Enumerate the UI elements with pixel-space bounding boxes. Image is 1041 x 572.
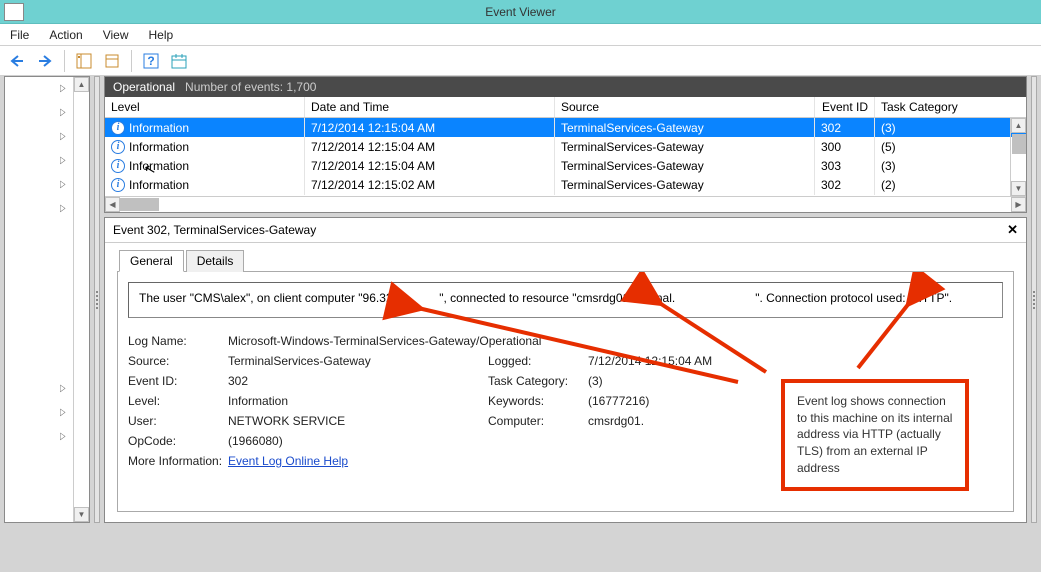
panel-header: Operational Number of events: 1,700 <box>105 77 1026 97</box>
calendar-button[interactable] <box>168 50 190 72</box>
computer-value: cmsrdg01. <box>588 414 768 428</box>
tree-expand-icon[interactable]: ▷ <box>60 83 65 94</box>
toolbar: ? <box>0 46 1041 76</box>
keywords-value: (16777216) <box>588 394 768 408</box>
taskcat-label: Task Category: <box>488 374 588 388</box>
logname-value: Microsoft-Windows-TerminalServices-Gatew… <box>228 334 768 348</box>
event-list[interactable]: iInformation7/12/2014 12:15:04 AMTermina… <box>105 118 1026 196</box>
col-source[interactable]: Source <box>555 97 815 117</box>
menu-action[interactable]: Action <box>39 25 92 45</box>
menu-help[interactable]: Help <box>139 25 184 45</box>
help-button[interactable]: ? <box>140 50 162 72</box>
taskcat-value: (3) <box>588 374 768 388</box>
properties-button[interactable] <box>101 50 123 72</box>
tab-content: The user "CMS\alex", on client computer … <box>117 271 1014 512</box>
keywords-label: Keywords: <box>488 394 588 408</box>
scroll-thumb[interactable] <box>119 198 159 211</box>
window-title: Event Viewer <box>485 5 555 19</box>
scroll-up-icon[interactable]: ▲ <box>1011 118 1026 133</box>
nav-scrollbar[interactable]: ▲ ▼ <box>73 77 89 522</box>
table-row[interactable]: iInformation7/12/2014 12:15:02 AMTermina… <box>105 175 1026 194</box>
info-icon: i <box>111 159 125 173</box>
eventid-label: Event ID: <box>128 374 228 388</box>
show-tree-button[interactable] <box>73 50 95 72</box>
logged-label: Logged: <box>488 354 588 368</box>
table-row[interactable]: iInformation7/12/2014 12:15:04 AMTermina… <box>105 118 1026 137</box>
scroll-down-icon[interactable]: ▼ <box>74 507 89 522</box>
scroll-left-icon[interactable]: ◀ <box>105 197 120 212</box>
list-scrollbar-h[interactable]: ◀ ▶ <box>105 196 1026 212</box>
info-icon: i <box>111 140 125 154</box>
event-list-panel: Operational Number of events: 1,700 Leve… <box>104 76 1027 213</box>
tree-expand-icon[interactable]: ▷ <box>60 203 65 214</box>
scroll-up-icon[interactable]: ▲ <box>74 77 89 92</box>
scroll-down-icon[interactable]: ▼ <box>1011 181 1026 196</box>
svg-text:?: ? <box>147 54 154 68</box>
tree-expand-icon[interactable]: ▷ <box>60 383 65 394</box>
app-icon <box>4 3 24 21</box>
detail-title: Event 302, TerminalServices-Gateway <box>113 223 316 237</box>
list-scrollbar-v[interactable]: ▲ ▼ <box>1010 118 1026 196</box>
tree-expand-icon[interactable]: ▷ <box>60 431 65 442</box>
tab-general[interactable]: General <box>119 250 184 272</box>
info-icon: i <box>111 178 125 192</box>
forward-button[interactable] <box>34 50 56 72</box>
nav-tree[interactable]: ▷ ▷ ▷ ▷ ▷ ▷ ▷ ▷ ▷ <box>5 77 73 522</box>
list-header: Level Date and Time Source Event ID Task… <box>105 97 1026 118</box>
menu-view[interactable]: View <box>93 25 139 45</box>
detail-tabs: General Details <box>119 249 1026 271</box>
level-label: Level: <box>128 394 228 408</box>
tree-expand-icon[interactable]: ▷ <box>60 407 65 418</box>
col-date[interactable]: Date and Time <box>305 97 555 117</box>
splitter[interactable] <box>94 76 100 523</box>
event-message-text: The user "CMS\alex", on client computer … <box>139 291 952 305</box>
source-label: Source: <box>128 354 228 368</box>
computer-label: Computer: <box>488 414 588 428</box>
logged-value: 7/12/2014 12:15:04 AM <box>588 354 768 368</box>
close-icon[interactable]: ✕ <box>1007 222 1018 238</box>
menu-file[interactable]: File <box>0 25 39 45</box>
source-value: TerminalServices-Gateway <box>228 354 488 368</box>
panel-subtitle: Number of events: 1,700 <box>185 80 316 94</box>
moreinfo-link[interactable]: Event Log Online Help <box>228 454 768 468</box>
col-level[interactable]: Level <box>105 97 305 117</box>
eventid-value: 302 <box>228 374 488 388</box>
col-eventid[interactable]: Event ID <box>815 97 875 117</box>
menu-bar: File Action View Help <box>0 24 1041 46</box>
tab-details[interactable]: Details <box>186 250 245 272</box>
title-bar: Event Viewer <box>0 0 1041 24</box>
toolbar-separator <box>131 50 132 72</box>
back-button[interactable] <box>6 50 28 72</box>
level-value: Information <box>228 394 488 408</box>
info-icon: i <box>111 121 125 135</box>
event-message: The user "CMS\alex", on client computer … <box>128 282 1003 318</box>
opcode-value: (1966080) <box>228 434 768 448</box>
main-pane: Operational Number of events: 1,700 Leve… <box>104 76 1027 523</box>
user-label: User: <box>128 414 228 428</box>
tree-expand-icon[interactable]: ▷ <box>60 155 65 166</box>
panel-title: Operational <box>113 80 175 94</box>
scroll-thumb[interactable] <box>1012 134 1026 154</box>
annotation-box: Event log shows connection to this machi… <box>781 379 969 491</box>
nav-tree-pane: ▷ ▷ ▷ ▷ ▷ ▷ ▷ ▷ ▷ ▲ ▼ <box>4 76 90 523</box>
opcode-label: OpCode: <box>128 434 228 448</box>
event-detail-panel: Event 302, TerminalServices-Gateway ✕ Ge… <box>104 217 1027 523</box>
scroll-right-icon[interactable]: ▶ <box>1011 197 1026 212</box>
annotation-text: Event log shows connection to this machi… <box>797 394 952 476</box>
tree-expand-icon[interactable]: ▷ <box>60 179 65 190</box>
splitter-right[interactable] <box>1031 76 1037 523</box>
tree-expand-icon[interactable]: ▷ <box>60 131 65 142</box>
table-row[interactable]: iInformation7/12/2014 12:15:04 AMTermina… <box>105 156 1026 175</box>
toolbar-separator <box>64 50 65 72</box>
table-row[interactable]: iInformation7/12/2014 12:15:04 AMTermina… <box>105 137 1026 156</box>
logname-label: Log Name: <box>128 334 228 348</box>
col-task[interactable]: Task Category <box>875 97 971 117</box>
workspace: ▷ ▷ ▷ ▷ ▷ ▷ ▷ ▷ ▷ ▲ ▼ Operational Number… <box>4 76 1037 523</box>
tree-expand-icon[interactable]: ▷ <box>60 107 65 118</box>
user-value: NETWORK SERVICE <box>228 414 488 428</box>
moreinfo-label: More Information: <box>128 454 228 468</box>
